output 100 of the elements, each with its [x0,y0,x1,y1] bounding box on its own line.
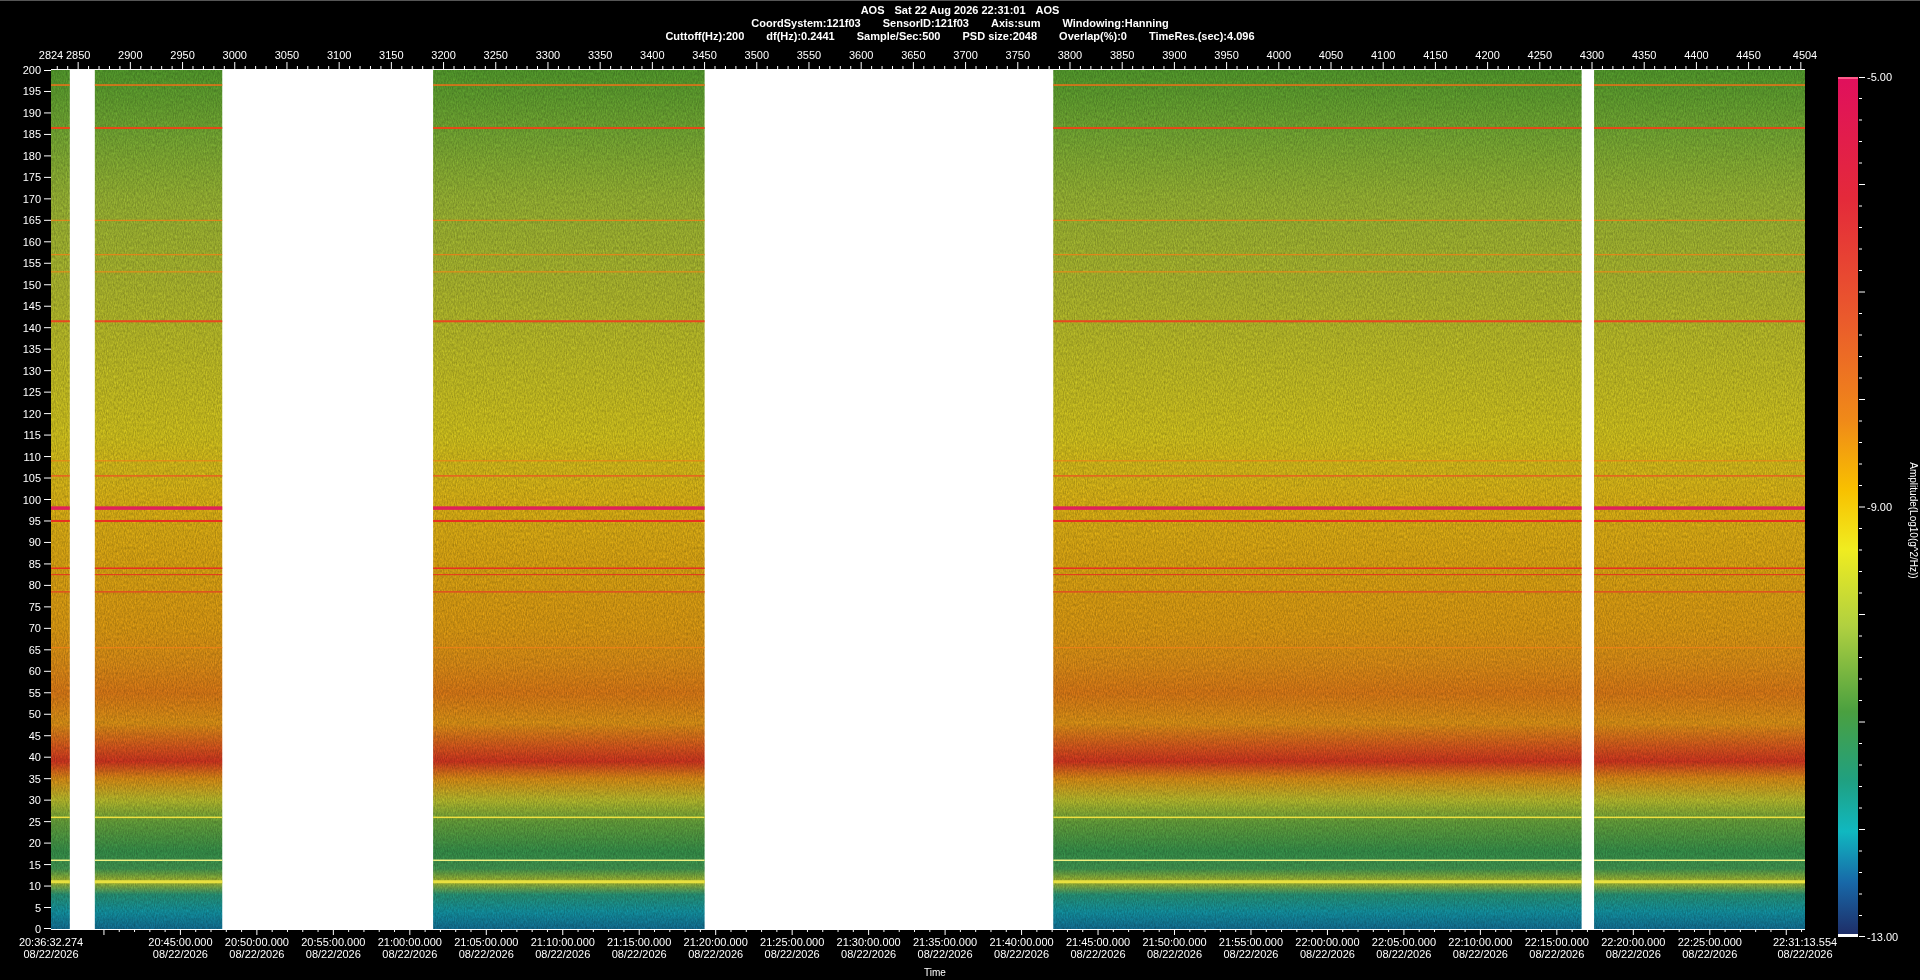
axis-tick-label: 08/22/2026 [1777,948,1833,960]
chart-title: AOS [1035,4,1060,17]
axis-tick-label: 21:35:00.000 [913,936,978,948]
axis-tick-label: 21:00:00.000 [377,936,442,948]
axis-tick-label: 4000 [1266,49,1292,61]
parameter-text: Overlap(%):0 [1059,30,1127,43]
axis-tick-label: 21:15:00.000 [607,936,672,948]
parameter-text: df(Hz):0.2441 [766,30,835,43]
axis-tick-label: 20:50:00.000 [224,936,289,948]
axis-tick-label: 4050 [1318,49,1344,61]
axis-tick-label: 08/22/2026 [1146,948,1202,960]
axis-tick-label: 21:05:00.000 [454,936,519,948]
axis-tick-label: 22:05:00.000 [1371,936,1436,948]
axis-tick-label: 08/22/2026 [382,948,438,960]
setting-text: CoordSystem:121f03 [751,17,861,30]
axis-tick-label: 3650 [901,49,926,61]
axis-tick-label: 08/22/2026 [229,948,285,960]
axis-tick-label: 3000 [222,49,247,61]
axis-tick-label: 08/22/2026 [305,948,361,960]
axis-tick-label: 110 [23,450,41,463]
parameter-text: Sample/Sec:500 [856,30,941,43]
parameter-text: TimeRes.(sec):4.096 [1148,30,1255,43]
axis-tick-label: 3300 [535,49,561,61]
axis-tick-label: 125 [22,386,41,399]
axis-tick-label: 08/22/2026 [1452,948,1508,960]
axis-tick-label: 22:25:00.000 [1677,936,1742,948]
axis-tick-label: 21:20:00.000 [683,936,748,948]
axis-tick-label: 0 [34,923,41,935]
axis-tick-label: 21:40:00.000 [989,936,1054,948]
chart-title: Sat 22 Aug 2026 22:31:01 [894,4,1026,17]
axis-tick-label: 95 [28,514,41,527]
axis-tick-label: 2900 [118,49,143,61]
axis-tick-label: 21:10:00.000 [530,936,595,948]
axis-tick-label: 08/22/2026 [994,948,1050,960]
axis-tick-label: 4100 [1370,49,1396,61]
axis-tick-label: 3200 [431,49,456,61]
axis-tick-label: 115 [23,429,41,442]
axis-tick-label: 08/22/2026 [458,948,514,960]
axis-tick-label: 4300 [1579,49,1605,61]
axis-tick-label: 21:25:00.000 [760,936,825,948]
axis-tick-label: 3350 [587,49,613,61]
axis-tick-label: 22:15:00.000 [1524,936,1589,948]
axis-tick-label: 08/22/2026 [1605,948,1661,960]
axis-tick-label: 22:31:13.554 [1772,936,1838,948]
axis-tick-label: 25 [28,815,41,828]
parameter-text: PSD size:2048 [962,30,1038,43]
axis-tick-label: 70 [28,622,41,635]
axis-tick-label: 185 [22,128,41,141]
axis-tick-label: 4504 [1792,49,1818,61]
axis-tick-label: 08/22/2026 [1070,948,1126,960]
axis-title: Time [924,967,946,978]
axis-tick-label: 3250 [483,49,508,61]
color-scale-label: -9.00 [1867,501,1893,513]
setting-text: SensorID:121f03 [882,17,969,30]
axis-tick-label: 3550 [796,49,822,61]
axis-title: Amplitude(Log10(g^2/Hz)) [1907,461,1919,581]
axis-tick-label: 20 [28,837,41,850]
axis-tick-label: 08/22/2026 [1376,948,1432,960]
axis-tick-label: 120 [22,407,41,420]
axis-tick-label: 08/22/2026 [611,948,667,960]
axis-tick-label: 100 [22,493,41,506]
axis-tick-label: 21:55:00.000 [1218,936,1284,948]
axis-tick-label: 3100 [326,49,352,61]
axis-tick-label: 3150 [379,49,404,61]
axis-tick-label: 4250 [1527,49,1553,61]
axis-tick-label: 65 [28,643,41,656]
axis-tick-label: 2824 [38,49,64,61]
axis-tick-label: 3600 [848,49,874,61]
axis-tick-label: 21:45:00.000 [1065,936,1131,948]
axis-tick-label: 135 [22,343,41,356]
axis-tick-label: 200 [22,64,41,76]
axis-tick-label: 08/22/2026 [688,948,744,960]
axis-tick-label: 3450 [692,49,717,61]
setting-text: Axis:sum [990,17,1041,30]
axis-tick-label: 50 [28,708,41,721]
axis-tick-label: 2950 [170,49,195,61]
axis-tick-label: 08/22/2026 [841,948,897,960]
axis-tick-label: 170 [22,192,41,205]
axis-tick-label: 190 [22,106,41,119]
axis-tick-label: 35 [28,772,41,785]
axis-tick-label: 140 [22,321,41,334]
axis-tick-label: 80 [28,579,41,592]
axis-tick-label: 08/22/2026 [152,948,208,960]
chart-title: AOS [860,4,885,17]
parameter-text: Cuttoff(Hz):200 [665,30,745,43]
axis-tick-label: 08/22/2026 [917,948,973,960]
axis-tick-label: 08/22/2026 [535,948,591,960]
axis-tick-label: 15 [28,858,41,871]
axis-tick-label: 3800 [1057,49,1083,61]
axis-tick-label: 4150 [1423,49,1448,61]
axis-tick-label: 2850 [65,49,91,61]
axis-tick-label: 40 [28,751,41,764]
axis-tick-label: 3400 [640,49,665,61]
color-scale-label: -5.00 [1867,71,1893,83]
axis-tick-label: 3700 [953,49,978,61]
axis-tick-label: 22:00:00.000 [1295,936,1360,948]
axis-tick-label: 30 [28,794,41,807]
axis-tick-label: 105 [22,472,41,484]
axis-tick-label: 3950 [1214,49,1239,61]
axis-tick-label: 5 [34,901,41,914]
